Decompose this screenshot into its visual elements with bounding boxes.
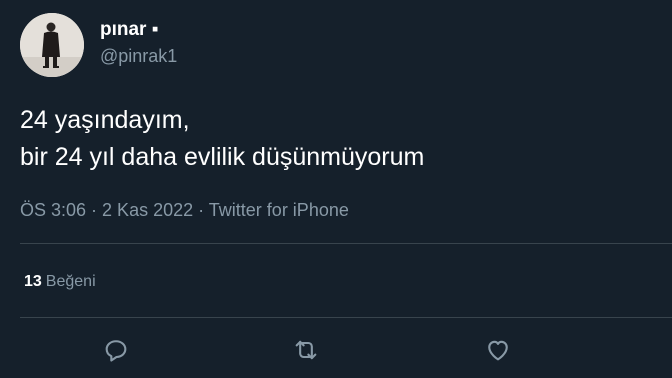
likes-count: 13 bbox=[24, 273, 42, 290]
avatar-photo-icon bbox=[20, 13, 84, 77]
divider bbox=[20, 243, 672, 244]
reply-button[interactable] bbox=[102, 336, 130, 364]
tweet-text-line: bir 24 yıl daha evlilik düşünmüyorum bbox=[20, 143, 425, 171]
reply-icon bbox=[105, 340, 127, 362]
tweet-time[interactable]: ÖS 3:06 bbox=[20, 200, 86, 220]
divider bbox=[20, 317, 672, 318]
author-display-name[interactable]: pınar ▪ bbox=[100, 18, 158, 42]
heart-icon bbox=[488, 340, 508, 361]
avatar[interactable] bbox=[20, 13, 84, 77]
retweet-icon bbox=[295, 340, 317, 360]
meta-separator: · bbox=[193, 200, 209, 220]
like-button[interactable] bbox=[484, 336, 512, 364]
tweet-text: 24 yaşındayım, bir 24 yıl daha evlilik d… bbox=[20, 102, 660, 176]
likes-link[interactable]: 13 Beğeni bbox=[24, 272, 96, 292]
tweet-source[interactable]: Twitter for iPhone bbox=[209, 200, 349, 220]
tweet-date[interactable]: 2 Kas 2022 bbox=[102, 200, 193, 220]
tweet-text-line: 24 yaşındayım, bbox=[20, 106, 190, 134]
tweet-card: pınar ▪ @pinrak1 24 yaşındayım, bir 24 y… bbox=[0, 0, 672, 378]
likes-label: Beğeni bbox=[45, 273, 96, 290]
tweet-meta: ÖS 3:06 · 2 Kas 2022 · Twitter for iPhon… bbox=[20, 198, 349, 222]
meta-separator: · bbox=[86, 200, 103, 220]
retweet-button[interactable] bbox=[292, 336, 320, 364]
author-handle[interactable]: @pinrak1 bbox=[100, 45, 177, 67]
